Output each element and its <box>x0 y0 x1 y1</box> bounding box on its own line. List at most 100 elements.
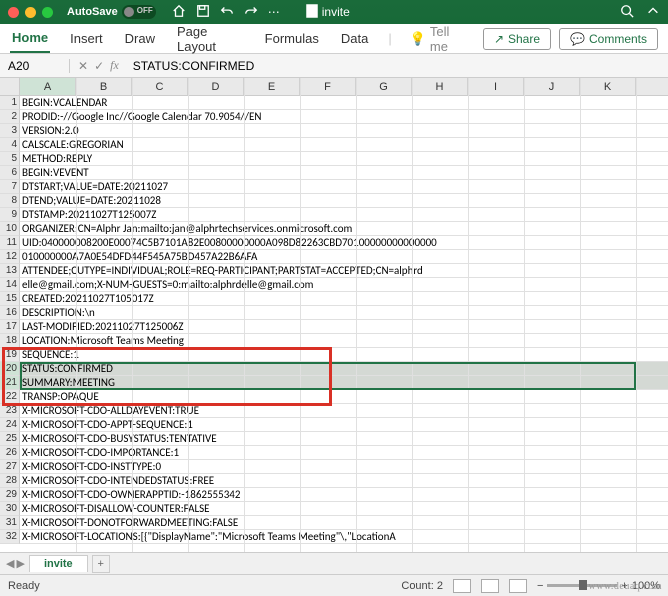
window-minimize-icon[interactable] <box>25 7 36 18</box>
cell[interactable]: X-MICROSOFT-CDO-ALLDAYEVENT:TRUE <box>20 404 668 418</box>
cell[interactable]: LAST-MODIFIED:20211027T125006Z <box>20 320 668 334</box>
cell[interactable]: BEGIN:VCALENDAR <box>20 96 668 110</box>
row-header[interactable]: 17 <box>0 320 20 334</box>
zoom-out-icon[interactable]: − <box>537 580 543 592</box>
cell[interactable]: X-MICROSOFT-CDO-OWNERAPPTID:-1862555342 <box>20 488 668 502</box>
search-icon[interactable] <box>620 4 634 21</box>
tab-page-layout[interactable]: Page Layout <box>175 18 245 60</box>
row-header[interactable]: 14 <box>0 278 20 292</box>
row-header[interactable]: 22 <box>0 390 20 404</box>
col-header[interactable]: F <box>300 78 356 95</box>
enter-icon[interactable]: ✓ <box>94 59 104 73</box>
row-header[interactable]: 20 <box>0 362 20 376</box>
cell[interactable]: DESCRIPTION:\n <box>20 306 668 320</box>
row-header[interactable]: 16 <box>0 306 20 320</box>
window-close-icon[interactable] <box>8 7 19 18</box>
sheet-next-icon[interactable]: ▶ <box>16 557 24 570</box>
row-header[interactable]: 3 <box>0 124 20 138</box>
tab-draw[interactable]: Draw <box>123 25 157 52</box>
row-header[interactable]: 21 <box>0 376 20 390</box>
cell[interactable]: DTSTART;VALUE=DATE:20211027 <box>20 180 668 194</box>
cell[interactable]: CREATED:20211027T105017Z <box>20 292 668 306</box>
cell[interactable]: SEQUENCE:1 <box>20 348 668 362</box>
row-header[interactable]: 10 <box>0 222 20 236</box>
cell[interactable]: 010000000A7A0E54DFD44F545A75BD457A22B6AF… <box>20 250 668 264</box>
view-break-icon[interactable] <box>509 579 527 593</box>
row-header[interactable]: 11 <box>0 236 20 250</box>
cell[interactable]: STATUS:CONFIRMED <box>20 362 668 376</box>
cell[interactable]: CALSCALE:GREGORIAN <box>20 138 668 152</box>
row-header[interactable]: 12 <box>0 250 20 264</box>
row-header[interactable]: 19 <box>0 348 20 362</box>
formula-input[interactable]: STATUS:CONFIRMED <box>127 59 668 73</box>
col-header[interactable]: D <box>188 78 244 95</box>
col-header[interactable]: J <box>524 78 580 95</box>
cell[interactable]: DTSTAMP:20211027T125007Z <box>20 208 668 222</box>
tell-me-search[interactable]: 💡 Tell me <box>410 24 465 54</box>
cell[interactable]: BEGIN:VEVENT <box>20 166 668 180</box>
cell[interactable]: LOCATION:Microsoft Teams Meeting <box>20 334 668 348</box>
row-header[interactable]: 5 <box>0 152 20 166</box>
row-header[interactable]: 30 <box>0 502 20 516</box>
col-header[interactable]: A <box>20 78 76 95</box>
col-header[interactable]: E <box>244 78 300 95</box>
cell[interactable]: ORGANIZER;CN=Alphr Jan:mailto:jan@alphrt… <box>20 222 668 236</box>
cell[interactable]: X-MICROSOFT-LOCATIONS:[{"DisplayName":"M… <box>20 530 668 544</box>
row-header[interactable]: 13 <box>0 264 20 278</box>
row-header[interactable]: 32 <box>0 530 20 544</box>
cell[interactable]: X-MICROSOFT-CDO-BUSYSTATUS:TENTATIVE <box>20 432 668 446</box>
more-icon[interactable]: ⋯ <box>268 5 280 19</box>
share-button[interactable]: ↗ Share <box>483 28 551 50</box>
cell[interactable]: SUMMARY:MEETING <box>20 376 668 390</box>
autosave-toggle[interactable]: AutoSave OFF <box>67 5 156 19</box>
row-header[interactable]: 28 <box>0 474 20 488</box>
row-header[interactable]: 24 <box>0 418 20 432</box>
col-header[interactable]: B <box>76 78 132 95</box>
view-normal-icon[interactable] <box>453 579 471 593</box>
sheet-prev-icon[interactable]: ◀ <box>6 557 14 570</box>
col-header[interactable]: C <box>132 78 188 95</box>
ribbon-toggle-icon[interactable] <box>646 4 660 21</box>
cell[interactable]: VERSION:2.0 <box>20 124 668 138</box>
name-box[interactable]: A20 <box>0 59 70 73</box>
cell[interactable]: X-MICROSOFT-DISALLOW-COUNTER:FALSE <box>20 502 668 516</box>
cell[interactable]: DTEND;VALUE=DATE:20211028 <box>20 194 668 208</box>
cancel-icon[interactable]: ✕ <box>78 59 88 73</box>
spreadsheet-grid[interactable]: A B C D E F G H I J K 1BEGIN:VCALENDAR2P… <box>0 78 668 552</box>
cell[interactable]: ATTENDEE;CUTYPE=INDIVIDUAL;ROLE=REQ-PART… <box>20 264 668 278</box>
row-header[interactable]: 9 <box>0 208 20 222</box>
comments-button[interactable]: 💬 Comments <box>559 28 658 50</box>
tab-home[interactable]: Home <box>10 24 50 53</box>
col-header[interactable]: K <box>580 78 636 95</box>
redo-icon[interactable] <box>244 4 258 21</box>
select-all-corner[interactable] <box>0 78 20 95</box>
cell[interactable]: X-MICROSOFT-CDO-APPT-SEQUENCE:1 <box>20 418 668 432</box>
cell[interactable]: UID:040000008200E00074C5B7101A82E0080000… <box>20 236 668 250</box>
row-header[interactable]: 29 <box>0 488 20 502</box>
row-header[interactable]: 25 <box>0 432 20 446</box>
cell[interactable]: X-MICROSOFT-CDO-INTENDEDSTATUS:FREE <box>20 474 668 488</box>
row-header[interactable]: 2 <box>0 110 20 124</box>
cell[interactable]: TRANSP:OPAQUE <box>20 390 668 404</box>
tab-formulas[interactable]: Formulas <box>263 25 321 52</box>
row-header[interactable]: 31 <box>0 516 20 530</box>
add-sheet-button[interactable]: + <box>92 555 110 573</box>
sheet-tab[interactable]: invite <box>29 555 88 572</box>
col-header[interactable]: H <box>412 78 468 95</box>
tab-insert[interactable]: Insert <box>68 25 105 52</box>
row-header[interactable]: 1 <box>0 96 20 110</box>
row-header[interactable]: 26 <box>0 446 20 460</box>
cell[interactable]: X-MICROSOFT-CDO-INSTTYPE:0 <box>20 460 668 474</box>
row-header[interactable]: 6 <box>0 166 20 180</box>
window-zoom-icon[interactable] <box>42 7 53 18</box>
cell[interactable]: X-MICROSOFT-DONOTFORWARDMEETING:FALSE <box>20 516 668 530</box>
row-header[interactable]: 4 <box>0 138 20 152</box>
row-header[interactable]: 8 <box>0 194 20 208</box>
cell[interactable]: X-MICROSOFT-CDO-IMPORTANCE:1 <box>20 446 668 460</box>
row-header[interactable]: 7 <box>0 180 20 194</box>
col-header[interactable]: I <box>468 78 524 95</box>
row-header[interactable]: 18 <box>0 334 20 348</box>
cell[interactable]: PRODID:-//Google Inc//Google Calendar 70… <box>20 110 668 124</box>
row-header[interactable]: 27 <box>0 460 20 474</box>
row-header[interactable]: 23 <box>0 404 20 418</box>
